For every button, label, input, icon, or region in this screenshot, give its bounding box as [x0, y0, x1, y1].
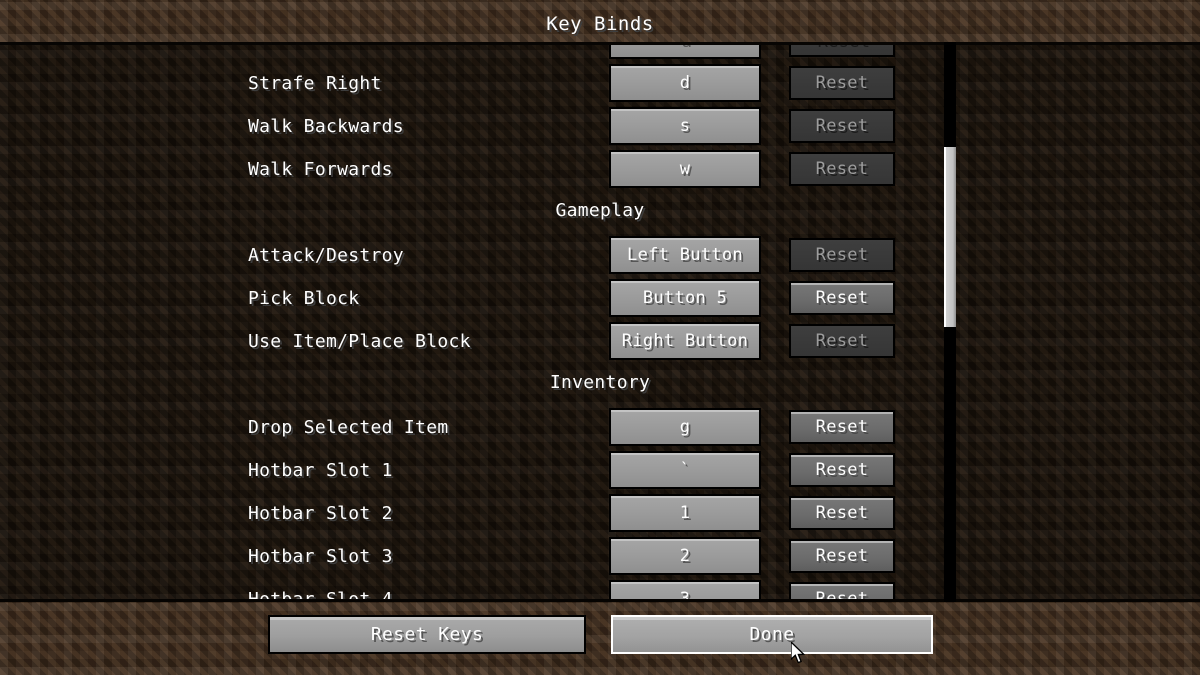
key-bind-label: Walk Backwards	[248, 116, 404, 137]
reset-binding-button[interactable]: Reset	[789, 496, 895, 530]
key-bind-label: Use Item/Place Block	[248, 331, 471, 352]
key-bind-value: w	[679, 159, 691, 179]
key-bind-row: Walk Forwards w Reset	[0, 149, 1200, 192]
key-bind-row: Strafe Right d Reset	[0, 63, 1200, 106]
key-bind-label: Strafe Right	[248, 73, 382, 94]
reset-binding-label: Reset	[815, 116, 869, 136]
key-bind-button[interactable]: Button 5	[609, 279, 761, 317]
section-header-label: Inventory	[549, 372, 651, 393]
key-bind-row: Pick Block Button 5 Reset	[0, 278, 1200, 321]
reset-keys-label: Reset Keys	[370, 624, 484, 645]
reset-binding-button: Reset	[789, 324, 895, 358]
key-bind-label: Hotbar Slot 2	[248, 503, 393, 524]
key-bind-label: Walk Forwards	[248, 159, 393, 180]
key-bind-row: Walk Backwards s Reset	[0, 106, 1200, 149]
reset-binding-label: Reset	[815, 546, 869, 566]
reset-binding-button: Reset	[789, 109, 895, 143]
key-bind-button[interactable]: g	[609, 408, 761, 446]
key-bind-button[interactable]: Left Button	[609, 236, 761, 274]
key-bind-value: Button 5	[642, 288, 728, 308]
key-bind-row: Drop Selected Item g Reset	[0, 407, 1200, 450]
key-bind-row: Hotbar Slot 1 ` Reset	[0, 450, 1200, 493]
key-bind-button[interactable]: s	[609, 107, 761, 145]
key-bind-button[interactable]: 2	[609, 537, 761, 575]
reset-binding-label: Reset	[815, 503, 869, 523]
footer-background	[0, 602, 1200, 675]
reset-binding-button: Reset	[789, 152, 895, 186]
key-bind-button[interactable]: d	[609, 64, 761, 102]
reset-binding-label: Reset	[815, 460, 869, 480]
key-bind-label: Drop Selected Item	[248, 417, 449, 438]
reset-binding-label: Reset	[815, 288, 869, 308]
key-bind-row: aReset	[0, 42, 1200, 63]
key-bind-button[interactable]: 1	[609, 494, 761, 532]
page-title: Key Binds	[546, 13, 654, 35]
key-bind-label: Attack/Destroy	[248, 245, 404, 266]
done-button[interactable]: Done	[611, 615, 933, 654]
reset-binding-button: Reset	[789, 238, 895, 272]
section-header: Gameplay	[0, 192, 1200, 235]
done-label: Done	[749, 624, 795, 645]
reset-binding-button[interactable]: Reset	[789, 453, 895, 487]
key-bind-label: Hotbar Slot 3	[248, 546, 393, 567]
key-bind-button[interactable]: `	[609, 451, 761, 489]
reset-binding-label: Reset	[815, 159, 869, 179]
key-bind-value: s	[679, 116, 691, 136]
key-bind-value: Left Button	[627, 245, 743, 265]
key-bind-button[interactable]: Right Button	[609, 322, 761, 360]
reset-binding-button[interactable]: Reset	[789, 539, 895, 573]
key-bind-value: `	[679, 460, 691, 480]
reset-binding-label: Reset	[815, 331, 869, 351]
key-bind-value: d	[679, 73, 691, 93]
content-top-divider	[0, 42, 1200, 45]
key-bind-value: 1	[679, 503, 691, 523]
key-bind-row: Use Item/Place Block Right Button Reset	[0, 321, 1200, 364]
reset-binding-button[interactable]: Reset	[789, 410, 895, 444]
key-bind-label: Hotbar Slot 1	[248, 460, 393, 481]
reset-binding-label: Reset	[815, 417, 869, 437]
key-bind-value: Right Button	[621, 331, 749, 351]
reset-binding-label: Reset	[815, 73, 869, 93]
key-bind-row: Attack/Destroy Left Button Reset	[0, 235, 1200, 278]
reset-keys-button[interactable]: Reset Keys	[268, 615, 586, 654]
reset-binding-button: Reset	[789, 66, 895, 100]
section-header-label: Gameplay	[555, 200, 645, 221]
reset-binding-label: Reset	[815, 245, 869, 265]
key-bind-row: Hotbar Slot 2 1 Reset	[0, 493, 1200, 536]
minecraft-key-binds-screen: aReset Strafe Right d Reset Walk Backwards s R…	[0, 0, 1200, 675]
key-bind-button[interactable]: w	[609, 150, 761, 188]
key-binds-scroll-area[interactable]: aReset Strafe Right d Reset Walk Backwards s R…	[0, 42, 1200, 602]
key-bind-value: g	[679, 417, 691, 437]
key-bind-row: Hotbar Slot 3 2 Reset	[0, 536, 1200, 579]
key-bind-value: 2	[679, 546, 691, 566]
section-header: Inventory	[0, 364, 1200, 407]
scrollbar-thumb[interactable]	[944, 147, 956, 327]
key-bind-label: Pick Block	[248, 288, 360, 309]
reset-binding-button[interactable]: Reset	[789, 281, 895, 315]
